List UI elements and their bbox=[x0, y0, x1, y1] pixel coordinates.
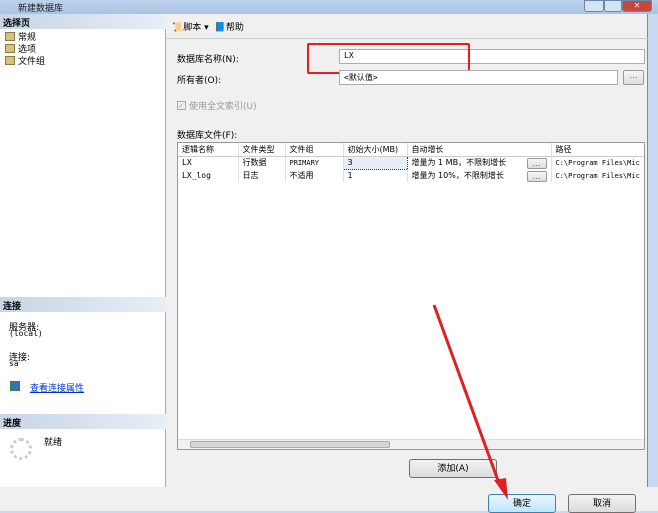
column-header[interactable]: 文件类型 bbox=[238, 143, 286, 157]
fulltext-label: 使用全文索引(U) bbox=[189, 102, 257, 112]
help-button[interactable]: 📘帮助 bbox=[215, 20, 244, 33]
cell-logical-name[interactable]: LX_log bbox=[178, 169, 239, 182]
title-bar: 新建数据库 ✕ bbox=[0, 0, 658, 14]
column-header[interactable]: 逻辑名称 bbox=[178, 143, 239, 157]
add-button[interactable]: 添加(A) bbox=[409, 459, 497, 478]
script-label: 脚本 bbox=[183, 22, 202, 33]
column-header[interactable]: 文件组 bbox=[285, 143, 344, 157]
scrollbar-thumb[interactable] bbox=[190, 441, 390, 448]
cell-path[interactable]: C:\Program Files\Mic bbox=[551, 156, 644, 169]
minimize-button[interactable] bbox=[584, 0, 604, 12]
select-page-header: 选择页 bbox=[0, 14, 166, 29]
cell-autogrowth[interactable]: 增量为 10%，不限制增长... bbox=[407, 169, 552, 182]
left-pane: 选择页 常规 选项 文件组 连接 服务器: (local) 连接: sa 查看连… bbox=[0, 14, 166, 487]
files-label: 数据库文件(F): bbox=[177, 131, 238, 141]
cell-file-type[interactable]: 行数据 bbox=[238, 156, 286, 169]
autogrowth-text: 增量为 10%，不限制增长 bbox=[411, 170, 504, 180]
progress-spinner-icon bbox=[10, 438, 32, 460]
checkbox-icon: ✓ bbox=[177, 101, 186, 110]
connection-properties-icon bbox=[10, 381, 20, 391]
connection-value: sa bbox=[9, 359, 19, 368]
connection-header: 连接 bbox=[0, 297, 166, 312]
maximize-button[interactable] bbox=[604, 0, 622, 12]
fulltext-checkbox[interactable]: ✓ 使用全文索引(U) bbox=[177, 99, 257, 112]
cell-initial-size[interactable]: 1 bbox=[343, 169, 408, 182]
grid-header-row: 逻辑名称 文件类型 文件组 初始大小(MB) 自动增长 路径 bbox=[178, 143, 644, 157]
cell-path[interactable]: C:\Program Files\Mic bbox=[551, 169, 644, 182]
database-files-grid: 逻辑名称 文件类型 文件组 初始大小(MB) 自动增长 路径 LX 行数据 PR… bbox=[177, 142, 645, 450]
progress-status: 就绪 bbox=[44, 438, 63, 448]
cell-filegroup[interactable]: PRIMARY bbox=[285, 156, 344, 169]
page-icon bbox=[5, 32, 15, 41]
owner-browse-button[interactable]: ... bbox=[623, 70, 644, 85]
owner-label: 所有者(O): bbox=[177, 76, 222, 86]
cell-logical-name[interactable]: LX bbox=[178, 156, 239, 169]
column-header[interactable]: 初始大小(MB) bbox=[343, 143, 408, 157]
script-button[interactable]: 📜脚本 ▾ bbox=[172, 20, 209, 33]
cell-filegroup[interactable]: 不适用 bbox=[285, 169, 344, 182]
page-icon bbox=[5, 56, 15, 65]
close-button[interactable]: ✕ bbox=[622, 0, 652, 12]
toolbar: 📜脚本 ▾ 📘帮助 bbox=[166, 14, 648, 39]
page-icon bbox=[5, 44, 15, 53]
progress-header: 进度 bbox=[0, 414, 166, 429]
cancel-button[interactable]: 取消 bbox=[568, 494, 636, 513]
table-row[interactable]: LX 行数据 PRIMARY 3 增量为 1 MB，不限制增长... C:\Pr… bbox=[178, 155, 644, 170]
ok-button[interactable]: 确定 bbox=[488, 494, 556, 513]
autogrowth-edit-button[interactable]: ... bbox=[526, 157, 547, 169]
autogrowth-edit-button[interactable]: ... bbox=[526, 170, 547, 182]
cell-autogrowth[interactable]: 增量为 1 MB，不限制增长... bbox=[407, 156, 552, 169]
cell-file-type[interactable]: 日志 bbox=[238, 169, 286, 182]
cell-initial-size[interactable]: 3 bbox=[342, 155, 408, 170]
chevron-down-icon[interactable]: ▾ bbox=[204, 23, 209, 33]
column-header[interactable]: 自动增长 bbox=[407, 143, 552, 157]
dialog-footer: 确定 取消 bbox=[0, 487, 658, 513]
autogrowth-text: 增量为 1 MB，不限制增长 bbox=[411, 157, 507, 167]
table-row[interactable]: LX_log 日志 不适用 1 增量为 10%，不限制增长... C:\Prog… bbox=[178, 169, 644, 182]
page-filegroups[interactable]: 文件组 bbox=[5, 54, 45, 67]
view-connection-properties-link[interactable]: 查看连接属性 bbox=[30, 381, 84, 394]
script-icon: 📜 bbox=[172, 22, 184, 33]
server-value: (local) bbox=[9, 329, 43, 338]
help-label: 帮助 bbox=[225, 22, 244, 33]
owner-input[interactable]: <默认值> bbox=[339, 70, 618, 85]
db-name-label: 数据库名称(N): bbox=[177, 55, 239, 65]
page-label: 文件组 bbox=[18, 57, 46, 67]
help-icon: 📘 bbox=[214, 22, 226, 33]
window-title: 新建数据库 bbox=[18, 4, 64, 14]
column-header[interactable]: 路径 bbox=[551, 143, 644, 157]
horizontal-scrollbar[interactable] bbox=[178, 439, 644, 449]
